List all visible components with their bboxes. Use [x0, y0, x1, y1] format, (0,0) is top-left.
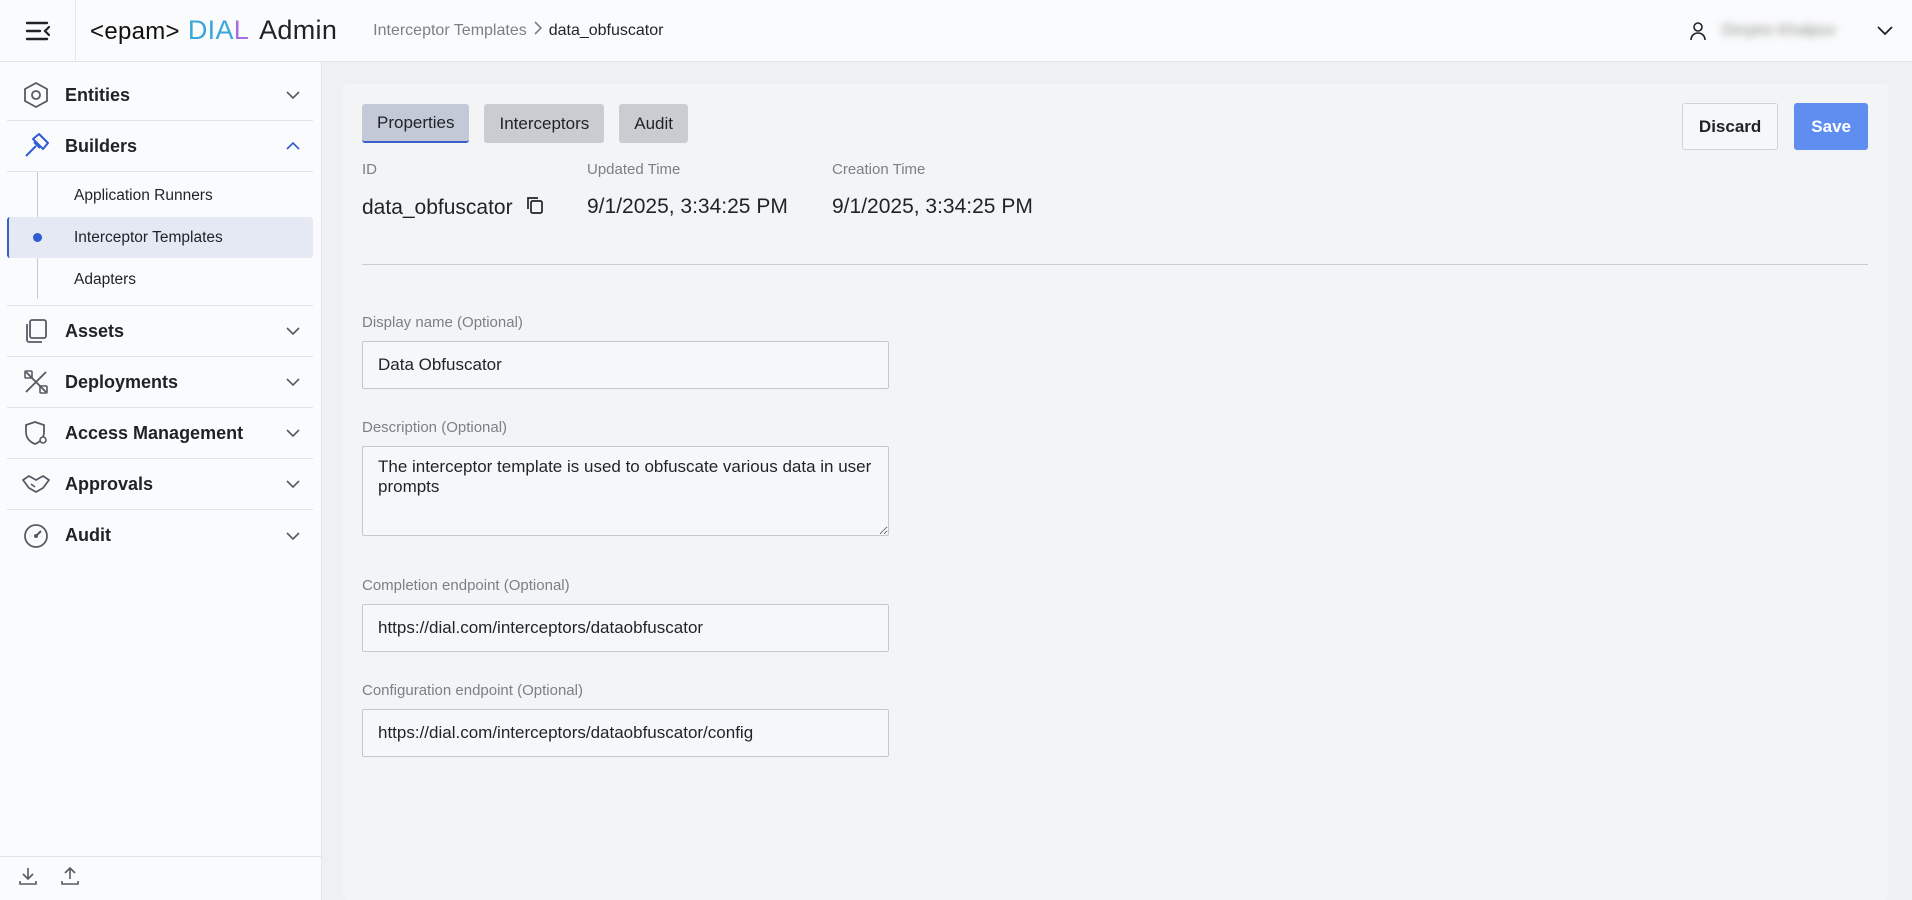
discard-button[interactable]: Discard	[1681, 103, 1779, 150]
chevron-down-icon	[273, 326, 313, 336]
completion-endpoint-label: Completion endpoint (Optional)	[362, 577, 570, 594]
sidebar-group-label: Approvals	[65, 473, 154, 494]
app-logo[interactable]: <epam> DIAL Admin	[90, 15, 337, 46]
sidebar-item-application-runners[interactable]: Application Runners	[7, 175, 313, 216]
chevron-down-icon	[273, 479, 313, 489]
sidebar-footer	[0, 856, 322, 900]
files-icon	[7, 317, 65, 345]
copy-icon[interactable]	[525, 195, 545, 221]
updated-time-label: Updated Time	[587, 161, 681, 178]
display-name-field-group: Display name (Optional)	[362, 314, 889, 389]
breadcrumb-interceptor-templates[interactable]: Interceptor Templates	[373, 22, 527, 40]
upload-icon[interactable]	[60, 866, 80, 891]
shield-gear-icon	[7, 419, 65, 447]
divider	[362, 264, 1868, 265]
id-label: ID	[362, 161, 377, 178]
sidebar-item-label: Interceptor Templates	[74, 228, 223, 246]
sidebar-group-label: Access Management	[65, 422, 244, 443]
meta-id: ID data_obfuscator	[362, 161, 547, 221]
chevron-down-icon[interactable]	[1876, 25, 1894, 37]
gauge-icon	[7, 522, 65, 550]
hammer-icon	[7, 132, 65, 160]
menu-toggle-button[interactable]	[0, 0, 76, 62]
sidebar-item-interceptor-templates[interactable]: Interceptor Templates	[7, 217, 313, 258]
tab-interceptors[interactable]: Interceptors	[484, 104, 605, 143]
configuration-endpoint-input[interactable]	[362, 709, 889, 757]
hexagon-icon	[7, 81, 65, 109]
sidebar-group-audit[interactable]: Audit	[7, 510, 313, 561]
completion-endpoint-field-group: Completion endpoint (Optional)	[362, 577, 889, 652]
creation-time-value: 9/1/2025, 3:34:25 PM	[832, 195, 1033, 218]
top-header: <epam> DIAL Admin Interceptor Templates …	[0, 0, 1912, 62]
download-icon[interactable]	[18, 866, 38, 891]
completion-endpoint-input[interactable]	[362, 604, 889, 652]
tab-properties[interactable]: Properties	[362, 104, 470, 143]
save-button[interactable]: Save	[1794, 103, 1868, 150]
tab-audit[interactable]: Audit	[619, 104, 688, 143]
creation-time-label: Creation Time	[832, 161, 926, 178]
sidebar-group-label: Assets	[65, 320, 125, 341]
breadcrumb-current: data_obfuscator	[548, 21, 664, 39]
chevron-down-icon	[273, 90, 313, 100]
meta-info: ID data_obfuscator Updated Time 9/1/2025…	[362, 161, 1073, 221]
main-panel: Properties Interceptors Audit Discard Sa…	[343, 84, 1888, 900]
meta-updated: Updated Time 9/1/2025, 3:34:25 PM	[587, 161, 792, 221]
user-icon	[1690, 22, 1706, 41]
updated-time-value: 9/1/2025, 3:34:25 PM	[587, 195, 788, 218]
sidebar-group-label: Deployments	[65, 371, 179, 392]
builders-submenu: Application Runners Interceptor Template…	[7, 172, 313, 306]
description-field-group: Description (Optional) The interceptor t…	[362, 419, 889, 536]
user-name: Dmytro Khalpov	[1722, 22, 1836, 39]
menu-collapse-icon	[25, 21, 50, 40]
sidebar-group-label: Entities	[65, 84, 131, 105]
id-value: data_obfuscator	[362, 196, 513, 219]
display-name-input[interactable]	[362, 341, 889, 389]
active-dot	[33, 233, 42, 242]
sidebar-group-deployments[interactable]: Deployments	[7, 357, 313, 408]
sidebar: Entities Builders Application Runners In…	[0, 62, 322, 900]
user-menu[interactable]: Dmytro Khalpov	[1688, 0, 1894, 62]
breadcrumb: Interceptor Templates data_obfuscator	[373, 21, 663, 40]
sidebar-group-builders[interactable]: Builders	[7, 121, 313, 172]
meta-created: Creation Time 9/1/2025, 3:34:25 PM	[832, 161, 1033, 221]
configuration-endpoint-field-group: Configuration endpoint (Optional)	[362, 682, 889, 757]
tab-bar: Properties Interceptors Audit	[362, 104, 688, 143]
description-label: Description (Optional)	[362, 419, 508, 436]
chevron-up-icon	[273, 141, 313, 151]
logo-admin: Admin	[259, 15, 338, 45]
sidebar-group-label: Builders	[65, 135, 138, 156]
logo-epam: <epam>	[90, 18, 180, 45]
sidebar-group-approvals[interactable]: Approvals	[7, 459, 313, 510]
sidebar-group-assets[interactable]: Assets	[7, 306, 313, 357]
tools-icon	[7, 368, 65, 396]
logo-dial: DIAL	[187, 15, 250, 45]
configuration-endpoint-label: Configuration endpoint (Optional)	[362, 682, 583, 699]
handshake-icon	[7, 472, 65, 496]
sidebar-group-label: Audit	[65, 525, 111, 545]
sidebar-group-entities[interactable]: Entities	[7, 70, 313, 121]
display-name-label: Display name (Optional)	[362, 314, 523, 331]
description-textarea[interactable]: The interceptor template is used to obfu…	[362, 446, 889, 536]
action-buttons: Discard Save	[1681, 103, 1868, 150]
sidebar-item-adapters[interactable]: Adapters	[7, 259, 313, 300]
sidebar-group-access-management[interactable]: Access Management	[7, 408, 313, 459]
chevron-right-icon	[533, 21, 543, 40]
chevron-down-icon	[273, 377, 313, 387]
chevron-down-icon	[273, 428, 313, 438]
chevron-down-icon	[273, 531, 313, 541]
